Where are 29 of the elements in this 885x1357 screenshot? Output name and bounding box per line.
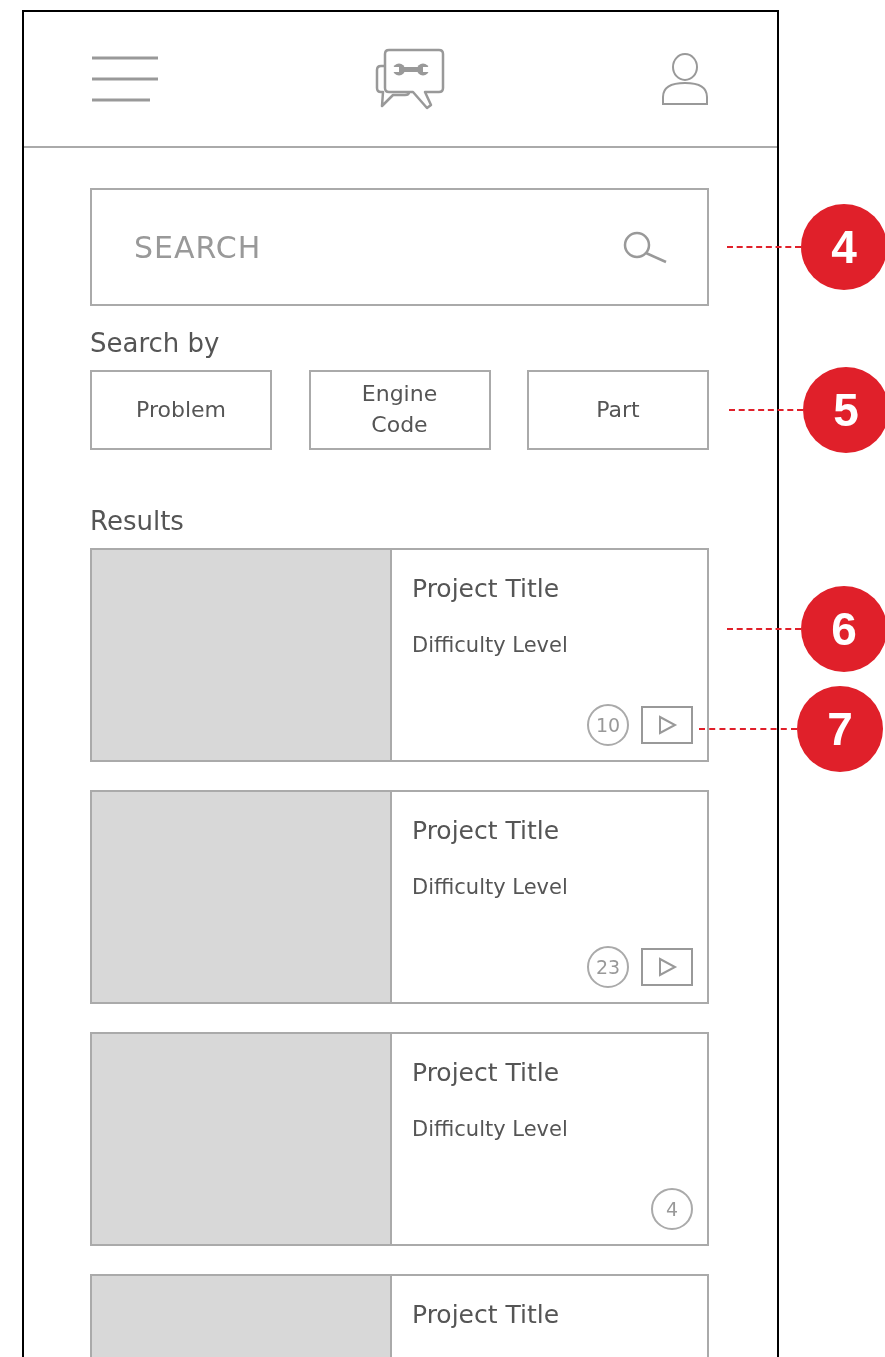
- project-title: Project Title: [412, 574, 561, 603]
- result-card[interactable]: Project Title: [90, 1274, 709, 1357]
- count-badge: 23: [587, 946, 629, 988]
- filter-button[interactable]: Part: [527, 370, 709, 450]
- count-badge: 4: [651, 1188, 693, 1230]
- difficulty-level: Difficulty Level: [412, 633, 569, 657]
- callout-number: 7: [797, 686, 883, 772]
- section-label: Results: [90, 506, 185, 536]
- play-button-icon[interactable]: [641, 948, 693, 986]
- filter-button[interactable]: Engine Code: [308, 370, 491, 450]
- callout-number: 6: [801, 586, 885, 672]
- result-card[interactable]: Project Title Difficulty Level 4: [90, 1032, 709, 1246]
- project-title: Project Title: [412, 816, 561, 845]
- section-label: Search by: [90, 328, 221, 358]
- user-icon[interactable]: [661, 53, 709, 105]
- result-card[interactable]: Project Title Difficulty Level 10: [90, 548, 709, 762]
- result-card[interactable]: Project Title Difficulty Level 23: [90, 790, 709, 1004]
- project-title: Project Title: [412, 1058, 561, 1087]
- difficulty-level: Difficulty Level: [412, 875, 569, 899]
- callout-number: 5: [803, 367, 885, 453]
- count-badge: 10: [587, 704, 629, 746]
- menu-icon[interactable]: [92, 56, 158, 102]
- project-title: Project Title: [412, 1300, 561, 1329]
- callout-number: 4: [801, 204, 885, 290]
- difficulty-level: Difficulty Level: [412, 1117, 569, 1141]
- search-icon[interactable]: [621, 230, 669, 264]
- chat-wrench-logo-icon: [374, 48, 445, 110]
- filter-button[interactable]: Problem: [90, 370, 272, 450]
- play-button-icon[interactable]: [641, 706, 693, 744]
